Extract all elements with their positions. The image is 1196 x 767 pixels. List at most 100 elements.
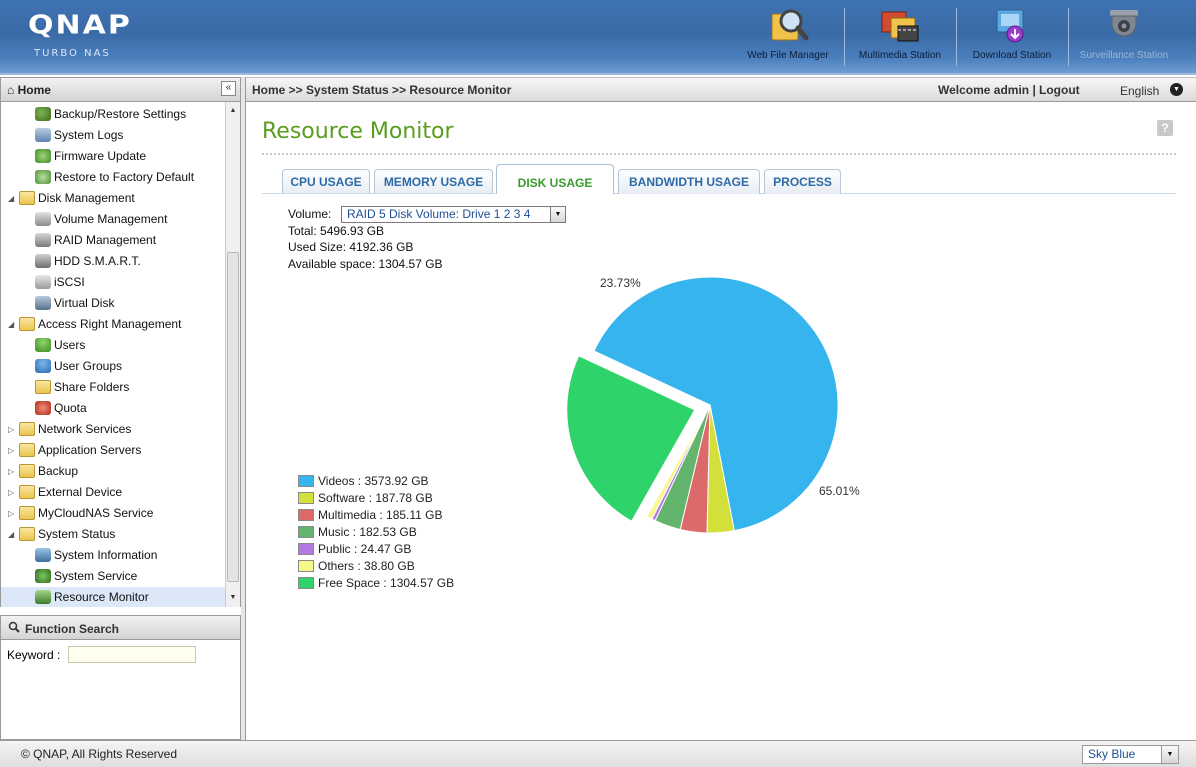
scrollbar-thumb[interactable] [227, 252, 239, 582]
nav-panel-header: ⌂ Home « [0, 77, 241, 102]
legend-label: Music : 182.53 GB [318, 525, 417, 539]
collapsed-arrow-icon[interactable]: ▷ [8, 461, 18, 482]
disk-usage-pie-chart [566, 276, 839, 534]
nav-home-title[interactable]: ⌂ Home [7, 83, 51, 97]
tab-disk-usage[interactable]: DISK USAGE [496, 164, 614, 194]
nav-folder-system-status[interactable]: ◢ System Status [8, 524, 115, 545]
tab-memory-usage[interactable]: MEMORY USAGE [374, 169, 493, 194]
firmware-update-icon [35, 148, 51, 163]
title-divider [262, 153, 1176, 155]
chevron-down-icon[interactable]: ▼ [1161, 746, 1178, 763]
web-file-manager-icon [771, 9, 809, 41]
users-icon [35, 337, 51, 352]
volume-management-icon [35, 211, 51, 226]
nav-item-virtual-disk[interactable]: Virtual Disk [35, 293, 114, 314]
nav-item-iscsi[interactable]: iSCSI [35, 272, 85, 293]
multimedia-station-button[interactable]: Multimedia Station [845, 4, 955, 66]
nav-item-system-logs[interactable]: System Logs [35, 125, 123, 146]
scroll-up-arrow-icon[interactable]: ▲ [227, 104, 239, 118]
nav-scrollbar[interactable]: ▲ ▼ [225, 102, 240, 607]
hdd-smart-icon [35, 253, 51, 268]
nav-item-backup-restore-settings[interactable]: Backup/Restore Settings [35, 104, 186, 125]
nav-item-volume-management[interactable]: Volume Management [35, 209, 167, 230]
system-logs-icon [35, 127, 51, 142]
used-size: Used Size: 4192.36 GB [288, 240, 414, 254]
function-search-header: Function Search [0, 615, 241, 640]
surveillance-station-button[interactable]: Surveillance Station [1069, 4, 1179, 66]
nav-item-system-information[interactable]: System Information [35, 545, 157, 566]
breadcrumb: Home >> System Status >> Resource Monito… [252, 83, 512, 97]
legend-label: Videos : 3573.92 GB [318, 474, 429, 488]
theme-select-value: Sky Blue [1088, 747, 1136, 761]
share-folders-icon [35, 379, 51, 394]
volume-label: Volume: [288, 207, 332, 221]
legend-swatch [298, 509, 314, 521]
volume-select[interactable]: RAID 5 Disk Volume: Drive 1 2 3 4 ▼ [341, 206, 566, 223]
collapsed-arrow-icon[interactable]: ▷ [8, 440, 18, 461]
help-icon[interactable]: ? [1157, 120, 1173, 136]
qnap-logo: QNAP [28, 10, 132, 41]
language-dropdown-icon[interactable]: ▼ [1170, 83, 1183, 96]
expanded-arrow-icon[interactable]: ◢ [8, 188, 18, 209]
legend-swatch [298, 543, 314, 555]
panel-divider[interactable] [241, 77, 246, 740]
tab-cpu-usage[interactable]: CPU USAGE [282, 169, 370, 194]
virtual-disk-icon [35, 295, 51, 310]
legend-label: Others : 38.80 GB [318, 559, 415, 573]
total-size: Total: 5496.93 GB [288, 224, 385, 238]
nav-item-raid-management[interactable]: RAID Management [35, 230, 156, 251]
legend-swatch [298, 526, 314, 538]
nav-folder-disk-management[interactable]: ◢ Disk Management [8, 188, 135, 209]
nav-folder-mycloudnas-service[interactable]: ▷ MyCloudNAS Service [8, 503, 153, 524]
tab-bandwidth-usage[interactable]: BANDWIDTH USAGE [618, 169, 760, 194]
footer-bar: © QNAP, All Rights Reserved Sky Blue ▼ [0, 740, 1196, 767]
top-header: QNAP TURBO NAS Web File Manager Multimed… [0, 0, 1196, 75]
language-select[interactable]: English [1120, 84, 1159, 98]
nav-tree: Backup/Restore Settings System Logs Firm… [0, 102, 241, 607]
nav-item-quota[interactable]: Quota [35, 398, 87, 419]
nav-folder-external-device[interactable]: ▷ External Device [8, 482, 122, 503]
function-search-panel: Keyword : [0, 640, 241, 740]
chevron-down-icon[interactable]: ▼ [550, 207, 565, 222]
scroll-down-arrow-icon[interactable]: ▼ [227, 591, 239, 605]
pie-percent-label: 65.01% [819, 484, 860, 498]
nav-item-resource-monitor[interactable]: Resource Monitor [1, 587, 226, 607]
folder-icon [19, 442, 35, 457]
nav-item-users[interactable]: Users [35, 335, 85, 356]
nav-item-hdd-smart[interactable]: HDD S.M.A.R.T. [35, 251, 141, 272]
nav-item-restore-factory-default[interactable]: Restore to Factory Default [35, 167, 194, 188]
expanded-arrow-icon[interactable]: ◢ [8, 314, 18, 335]
search-icon [8, 621, 20, 633]
web-file-manager-button[interactable]: Web File Manager [733, 4, 843, 66]
nav-folder-access-right-management[interactable]: ◢ Access Right Management [8, 314, 181, 335]
logout-link[interactable]: Logout [1039, 83, 1080, 97]
breadcrumb-bar: Home >> System Status >> Resource Monito… [246, 77, 1196, 102]
legend-swatch [298, 577, 314, 589]
collapse-panel-button[interactable]: « [221, 81, 236, 96]
legend-swatch [298, 560, 314, 572]
surveillance-station-icon [1110, 10, 1138, 37]
nav-folder-network-services[interactable]: ▷ Network Services [8, 419, 131, 440]
tab-process[interactable]: PROCESS [764, 169, 841, 194]
expanded-arrow-icon[interactable]: ◢ [8, 524, 18, 545]
multimedia-station-icon [881, 11, 919, 42]
collapsed-arrow-icon[interactable]: ▷ [8, 419, 18, 440]
keyword-input[interactable] [68, 646, 196, 663]
nav-item-share-folders[interactable]: Share Folders [35, 377, 129, 398]
collapsed-arrow-icon[interactable]: ▷ [8, 482, 18, 503]
multimedia-station-label: Multimedia Station [858, 50, 942, 61]
copyright-text: © QNAP, All Rights Reserved [21, 747, 178, 761]
nav-item-user-groups[interactable]: User Groups [35, 356, 122, 377]
iscsi-icon [35, 274, 51, 289]
nav-item-system-service[interactable]: System Service [35, 566, 137, 587]
nav-item-firmware-update[interactable]: Firmware Update [35, 146, 146, 167]
available-space: Available space: 1304.57 GB [288, 257, 443, 271]
nav-folder-application-servers[interactable]: ▷ Application Servers [8, 440, 141, 461]
nav-folder-backup[interactable]: ▷ Backup [8, 461, 78, 482]
keyword-label: Keyword : [7, 648, 61, 662]
download-station-button[interactable]: Download Station [957, 4, 1067, 66]
web-file-manager-label: Web File Manager [747, 50, 829, 61]
download-station-icon [996, 9, 1024, 43]
collapsed-arrow-icon[interactable]: ▷ [8, 503, 18, 524]
theme-select[interactable]: Sky Blue ▼ [1082, 745, 1179, 764]
